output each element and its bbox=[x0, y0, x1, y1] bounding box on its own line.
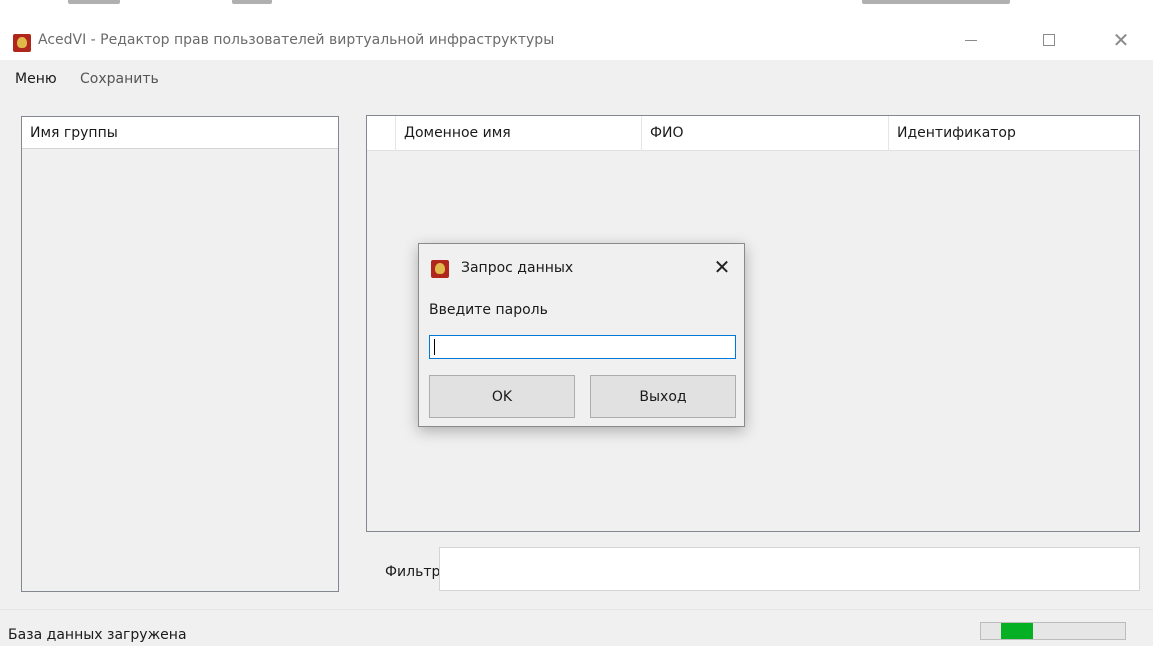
maximize-button[interactable] bbox=[1026, 22, 1072, 58]
cropped-background-strip bbox=[0, 0, 1153, 8]
dialog-title: Запрос данных bbox=[461, 260, 574, 276]
title-bar: AcedVI - Редактор прав пользователей вир… bbox=[0, 8, 1153, 60]
cropped-fragment bbox=[232, 0, 272, 4]
status-text: База данных загружена bbox=[8, 627, 187, 643]
cropped-fragment bbox=[68, 0, 120, 4]
status-bar: База данных загружена bbox=[0, 609, 1153, 646]
dialog-close-button[interactable]: ✕ bbox=[705, 250, 739, 284]
exit-button[interactable]: Выход bbox=[590, 375, 736, 418]
app-logo-icon bbox=[13, 34, 31, 52]
group-name-column-header[interactable]: Имя группы bbox=[22, 117, 338, 149]
domain-name-column-header[interactable]: Доменное имя bbox=[395, 116, 641, 151]
progress-bar bbox=[980, 622, 1126, 640]
progress-fill bbox=[1001, 623, 1033, 639]
password-prompt-label: Введите пароль bbox=[429, 302, 548, 318]
menu-item-save[interactable]: Сохранить bbox=[80, 71, 159, 87]
menu-bar: Меню Сохранить bbox=[0, 60, 1153, 100]
window-title: AcedVI - Редактор прав пользователей вир… bbox=[38, 32, 555, 48]
identifier-column-header[interactable]: Идентификатор bbox=[888, 116, 1139, 151]
app-logo-icon bbox=[431, 260, 449, 278]
close-window-button[interactable]: ✕ bbox=[1098, 22, 1144, 58]
minimize-button[interactable] bbox=[948, 22, 994, 58]
filter-label: Фильтр bbox=[385, 564, 441, 580]
cropped-fragment bbox=[862, 0, 1010, 4]
maximize-icon bbox=[1043, 34, 1055, 46]
minimize-icon bbox=[965, 39, 977, 41]
ok-button[interactable]: OK bbox=[429, 375, 575, 418]
row-selector-column-header[interactable] bbox=[367, 116, 395, 151]
menu-item-menu[interactable]: Меню bbox=[15, 71, 57, 87]
text-caret bbox=[434, 339, 435, 355]
group-list[interactable]: Имя группы bbox=[21, 116, 339, 592]
close-icon: ✕ bbox=[713, 255, 731, 279]
filter-input[interactable] bbox=[439, 547, 1140, 591]
close-icon: ✕ bbox=[1112, 28, 1130, 52]
full-name-column-header[interactable]: ФИО bbox=[641, 116, 888, 151]
password-input[interactable] bbox=[429, 335, 736, 359]
password-dialog: Запрос данных ✕ Введите пароль OK Выход bbox=[418, 243, 745, 427]
users-table-header: Доменное имя ФИО Идентификатор bbox=[367, 116, 1139, 151]
